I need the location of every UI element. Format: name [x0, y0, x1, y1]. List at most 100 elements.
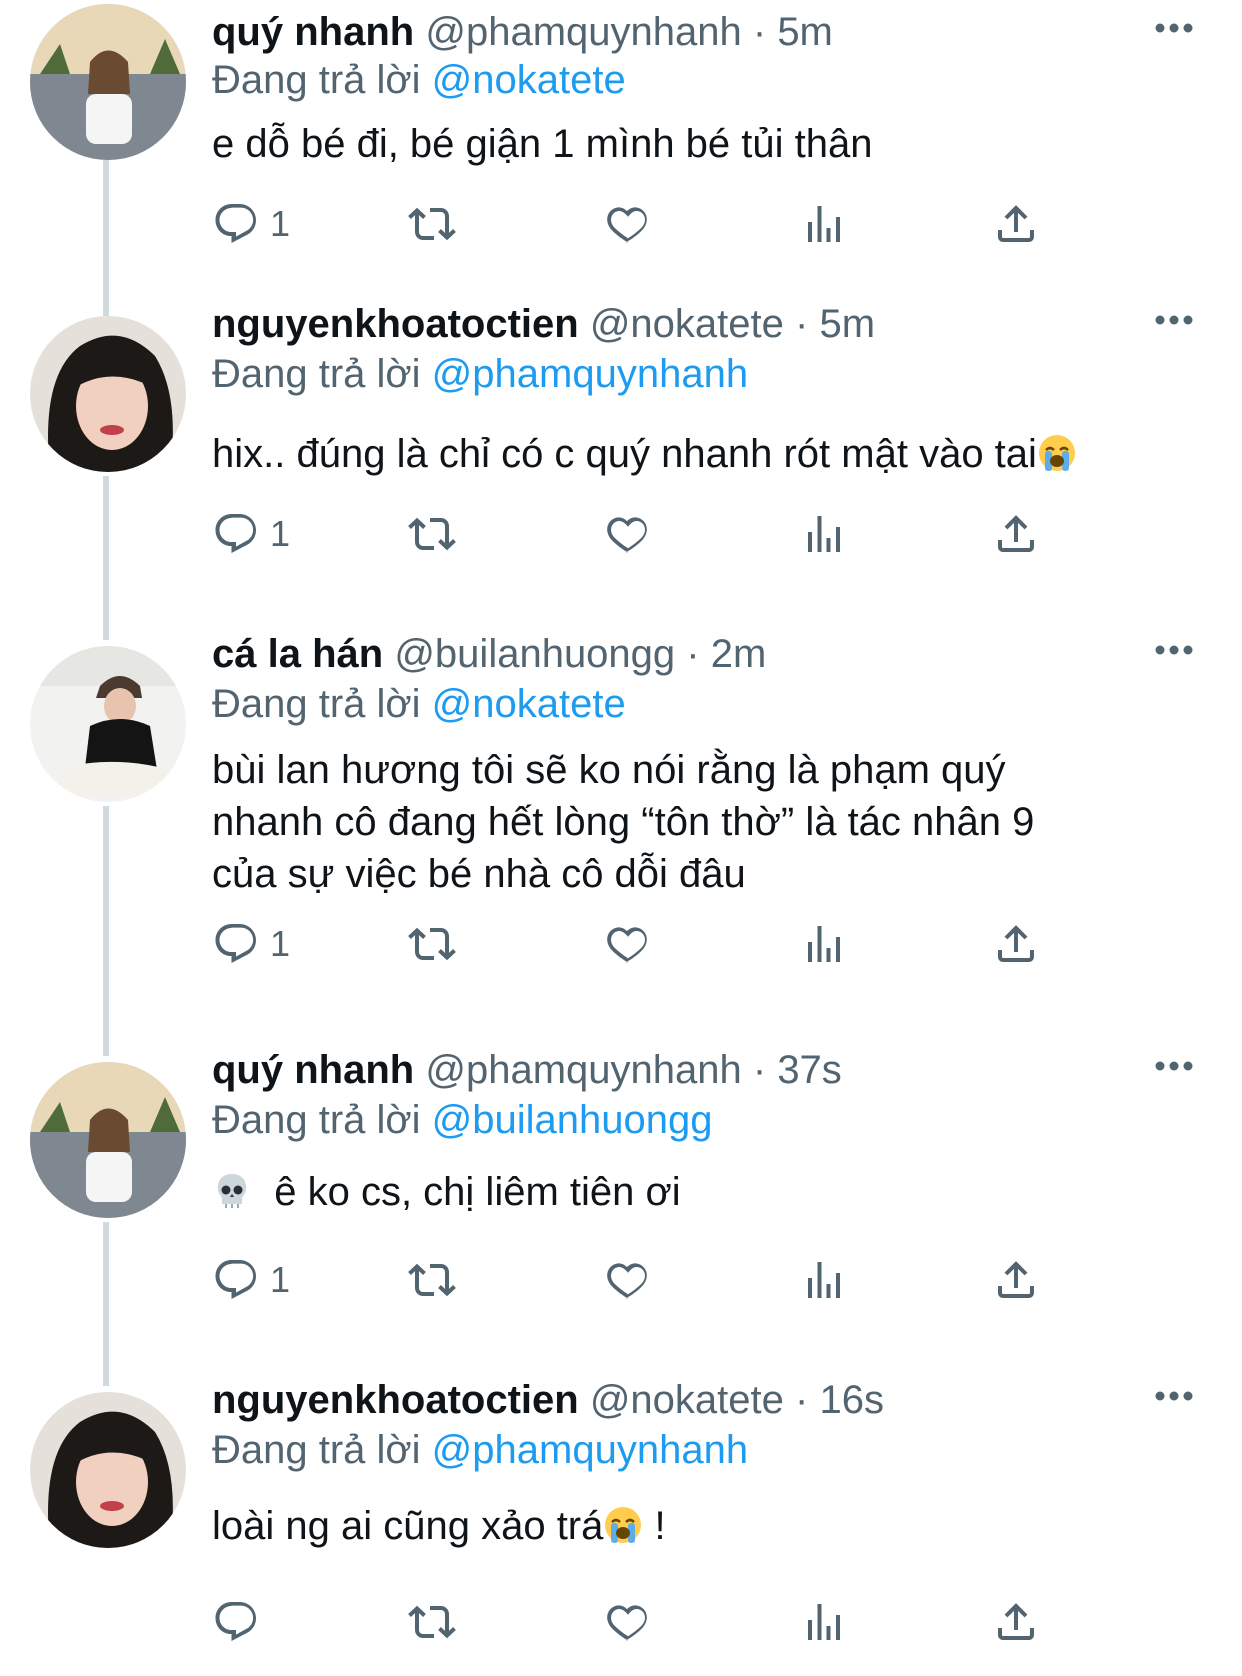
- analytics-icon: [808, 516, 840, 552]
- display-name[interactable]: quý nhanh: [212, 1048, 414, 1092]
- like-button[interactable]: [604, 196, 652, 252]
- views-button[interactable]: [800, 1594, 848, 1650]
- like-button[interactable]: [604, 916, 652, 972]
- reply-icon: [215, 1260, 256, 1299]
- reply-button[interactable]: 1: [212, 1252, 290, 1308]
- share-button[interactable]: [992, 196, 1040, 252]
- views-button[interactable]: [800, 506, 848, 562]
- heart-icon: [607, 517, 647, 553]
- retweet-icon: [408, 1263, 456, 1297]
- more-options-icon[interactable]: [1150, 8, 1198, 48]
- analytics-icon: [808, 1604, 840, 1640]
- reply-mention-link[interactable]: @phamquynhanh: [432, 352, 748, 396]
- reply-icon: [215, 924, 256, 963]
- tweet-text: bùi lan hương tôi sẽ ko nói rằng là phạm…: [212, 744, 1192, 900]
- reply-mention-link[interactable]: @builanhuongg: [432, 1098, 713, 1142]
- views-button[interactable]: [800, 1252, 848, 1308]
- tweet-text-line: e dỗ bé đi, bé giận 1 mình bé tủi thân: [212, 122, 873, 166]
- timestamp[interactable]: 2m: [711, 632, 767, 676]
- reply-button[interactable]: 1: [212, 196, 290, 252]
- replying-to-label: Đang trả lời: [212, 1098, 421, 1142]
- separator-dot: ·: [752, 10, 767, 54]
- user-handle[interactable]: @builanhuongg: [394, 632, 675, 676]
- separator-dot: ·: [686, 632, 700, 676]
- user-handle[interactable]: @nokatete: [590, 302, 784, 346]
- display-name[interactable]: nguyenkhoatoctien: [212, 1378, 579, 1422]
- share-icon: [998, 1603, 1034, 1640]
- tweet-text: ê ko cs, chị liêm tiên ơi: [212, 1166, 1192, 1218]
- like-button[interactable]: [604, 506, 652, 562]
- separator-dot: ·: [795, 1378, 809, 1422]
- like-button[interactable]: [604, 1594, 652, 1650]
- user-handle[interactable]: @nokatete: [590, 1378, 784, 1422]
- tweet[interactable]: nguyenkhoatoctien @nokatete · 5m Đang tr…: [0, 302, 1242, 640]
- reply-mention-link[interactable]: @nokatete: [432, 58, 626, 102]
- more-options-icon[interactable]: [1150, 300, 1198, 340]
- views-button[interactable]: [800, 916, 848, 972]
- share-button[interactable]: [992, 916, 1040, 972]
- avatar[interactable]: [30, 316, 186, 472]
- retweet-button[interactable]: [408, 1252, 456, 1308]
- share-button[interactable]: [992, 1594, 1040, 1650]
- avatar[interactable]: [30, 646, 186, 802]
- reply-icon: [215, 204, 256, 243]
- retweet-button[interactable]: [408, 916, 456, 972]
- timestamp[interactable]: 5m: [777, 10, 833, 54]
- reply-mention-link[interactable]: @phamquynhanh: [432, 1428, 748, 1472]
- reply-icon: [215, 514, 256, 553]
- retweet-icon: [408, 1605, 456, 1639]
- avatar[interactable]: [30, 1392, 186, 1548]
- more-options-icon[interactable]: [1150, 1376, 1198, 1416]
- reply-button[interactable]: 1: [212, 506, 290, 562]
- separator-dot: ·: [795, 302, 809, 346]
- share-button[interactable]: [992, 506, 1040, 562]
- more-options-icon[interactable]: [1150, 630, 1198, 670]
- analytics-icon: [808, 1262, 840, 1298]
- retweet-button[interactable]: [408, 506, 456, 562]
- display-name[interactable]: nguyenkhoatoctien: [212, 302, 579, 346]
- tweet-text-line: bùi lan hương tôi sẽ ko nói rằng là phạm…: [212, 748, 1006, 792]
- timestamp[interactable]: 5m: [819, 302, 875, 346]
- tweet-text: loài ng ai cũng xảo trá !: [212, 1500, 1192, 1552]
- user-handle[interactable]: @phamquynhanh: [425, 10, 741, 54]
- tweet-text-line: !: [643, 1504, 666, 1548]
- thread-line: [103, 1222, 109, 1386]
- retweet-button[interactable]: [408, 1594, 456, 1650]
- timestamp[interactable]: 37s: [777, 1048, 842, 1092]
- tweet[interactable]: nguyenkhoatoctien @nokatete · 16s Đang t…: [0, 1378, 1242, 1676]
- reply-mention-link[interactable]: @nokatete: [432, 682, 626, 726]
- timestamp[interactable]: 16s: [819, 1378, 884, 1422]
- reply-count: 1: [270, 1259, 291, 1300]
- display-name[interactable]: cá la hán: [212, 632, 383, 676]
- thread-line: [103, 806, 109, 1056]
- user-handle[interactable]: @phamquynhanh: [425, 1048, 741, 1092]
- share-icon: [998, 205, 1034, 242]
- share-icon: [998, 925, 1034, 962]
- tweet-text-line: nhanh cô đang hết lòng “tôn thờ” là tác …: [212, 800, 1035, 844]
- tweet-text: hix.. đúng là chỉ có c quý nhanh rót mật…: [212, 428, 1192, 480]
- reply-button[interactable]: 1: [212, 916, 290, 972]
- reply-count: 1: [270, 203, 291, 244]
- retweet-button[interactable]: [408, 196, 456, 252]
- share-button[interactable]: [992, 1252, 1040, 1308]
- avatar[interactable]: [30, 4, 186, 160]
- analytics-icon: [808, 206, 840, 242]
- reply-button[interactable]: [212, 1594, 270, 1650]
- display-name[interactable]: quý nhanh: [212, 10, 414, 54]
- like-button[interactable]: [604, 1252, 652, 1308]
- heart-icon: [607, 927, 647, 963]
- more-options-icon[interactable]: [1150, 1046, 1198, 1086]
- tweet-text-line: ê ko cs, chị liêm tiên ơi: [274, 1170, 681, 1214]
- tweet[interactable]: cá la hán @builanhuongg · 2m Đang trả lờ…: [0, 632, 1242, 1056]
- replying-to-label: Đang trả lời: [212, 682, 421, 726]
- tweet[interactable]: quý nhanh @phamquynhanh · 5m Đang trả lờ…: [0, 0, 1242, 310]
- retweet-icon: [408, 927, 456, 961]
- share-icon: [998, 1261, 1034, 1298]
- views-button[interactable]: [800, 196, 848, 252]
- separator-dot: ·: [752, 1048, 767, 1092]
- avatar[interactable]: [30, 1062, 186, 1218]
- tweet[interactable]: quý nhanh @phamquynhanh · 37s Đang trả l…: [0, 1048, 1242, 1386]
- thread-line: [103, 160, 109, 310]
- tweet-text-line: hix.. đúng là chỉ có c quý nhanh rót mật…: [212, 432, 1037, 476]
- reply-count: 1: [270, 513, 291, 554]
